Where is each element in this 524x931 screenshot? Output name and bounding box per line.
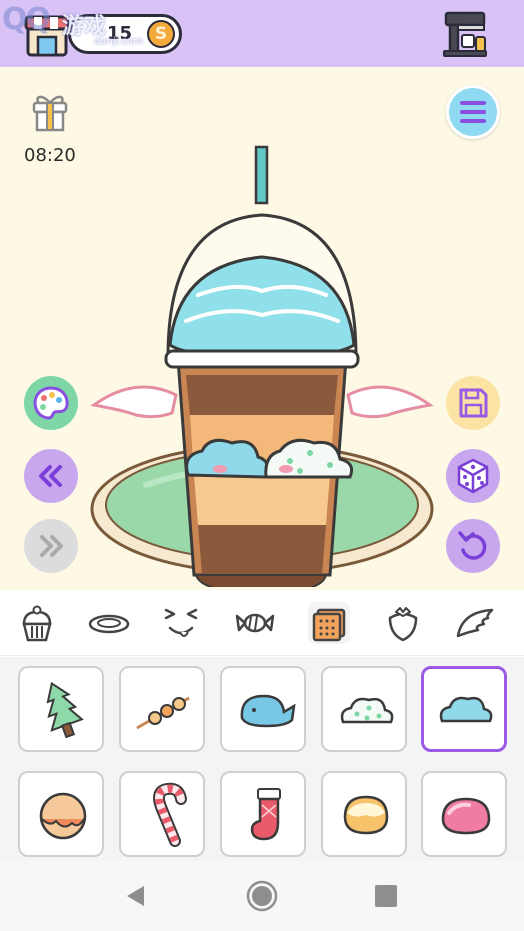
item-grid bbox=[0, 657, 524, 861]
item-tile[interactable] bbox=[220, 771, 306, 857]
palette-icon bbox=[33, 386, 69, 420]
coffee-machine-icon[interactable] bbox=[440, 9, 490, 59]
palette-button[interactable] bbox=[24, 376, 78, 430]
strawberry-icon[interactable] bbox=[382, 602, 424, 644]
wing-icon[interactable] bbox=[454, 602, 496, 644]
previous-button[interactable] bbox=[24, 449, 78, 503]
menu-button[interactable] bbox=[446, 85, 500, 139]
biscuit-icon[interactable] bbox=[308, 602, 350, 644]
coin-icon: S bbox=[147, 20, 175, 48]
nav-home-circle-icon[interactable] bbox=[246, 880, 278, 912]
undo-button[interactable] bbox=[446, 519, 500, 573]
item-tile[interactable] bbox=[18, 771, 104, 857]
wrapped-candy-icon[interactable] bbox=[234, 602, 276, 644]
item-tile[interactable] bbox=[119, 771, 205, 857]
top-bar: 15 S QQ 游戏 danji.com bbox=[0, 0, 524, 67]
cream-puff-icon bbox=[343, 795, 389, 835]
category-bar bbox=[0, 590, 524, 656]
whale-icon bbox=[240, 694, 296, 728]
item-tile[interactable] bbox=[421, 771, 507, 857]
dotted-cloud-icon bbox=[340, 697, 394, 724]
design-canvas: 08:20 bbox=[0, 67, 524, 590]
cupcake-icon[interactable] bbox=[16, 602, 58, 644]
dice-icon bbox=[457, 458, 489, 494]
floppy-disk-icon bbox=[459, 388, 488, 418]
item-tile[interactable] bbox=[18, 666, 104, 752]
hamburger-menu-icon bbox=[460, 101, 486, 123]
frappe-drink-illustration bbox=[90, 145, 434, 587]
item-tile[interactable] bbox=[220, 666, 306, 752]
shop-stall-icon[interactable] bbox=[24, 11, 70, 57]
item-tile[interactable] bbox=[119, 666, 205, 752]
undo-arrow-icon bbox=[458, 531, 487, 560]
face-expression-icon[interactable] bbox=[160, 602, 202, 644]
dango-skewer-icon bbox=[136, 696, 190, 730]
next-button[interactable] bbox=[24, 519, 78, 573]
item-tile-selected[interactable] bbox=[421, 666, 507, 752]
christmas-tree-icon bbox=[46, 681, 84, 739]
timer-text: 08:20 bbox=[24, 145, 76, 166]
system-nav-bar bbox=[0, 861, 524, 931]
coin-count: 15 bbox=[107, 23, 133, 44]
pink-mochi-icon bbox=[441, 797, 491, 835]
cookie-ball-icon bbox=[39, 792, 87, 840]
item-tile[interactable] bbox=[321, 771, 407, 857]
blue-cloud-icon bbox=[439, 696, 493, 723]
double-chevron-right-icon bbox=[40, 535, 63, 557]
save-button[interactable] bbox=[446, 376, 500, 430]
item-tile[interactable] bbox=[321, 666, 407, 752]
stocking-icon bbox=[250, 788, 281, 841]
plate-icon[interactable] bbox=[88, 602, 130, 644]
gift-box-icon[interactable] bbox=[30, 91, 70, 133]
coin-balance[interactable]: 15 S bbox=[68, 14, 182, 54]
nav-recent-square-icon[interactable] bbox=[375, 885, 397, 907]
candy-cane-icon bbox=[153, 782, 187, 847]
double-chevron-left-icon bbox=[39, 465, 62, 487]
nav-back-triangle-icon[interactable] bbox=[124, 884, 148, 908]
random-button[interactable] bbox=[446, 449, 500, 503]
